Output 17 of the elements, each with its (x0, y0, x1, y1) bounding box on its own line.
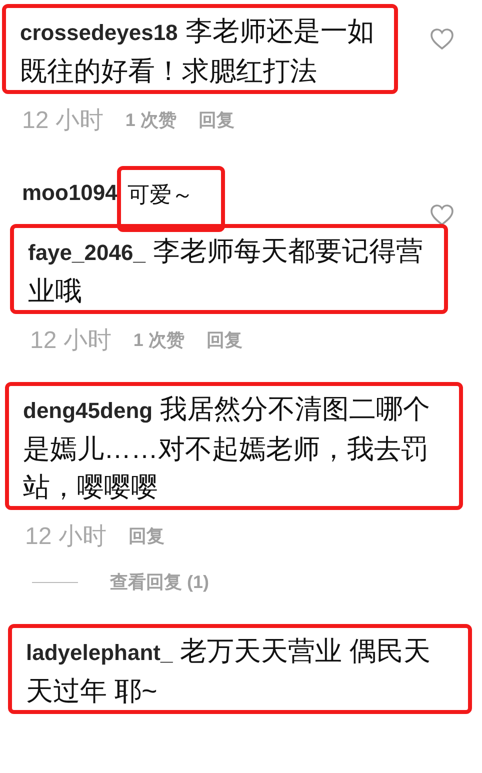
comment-text: ladyelephant_ 老万天天营业 偶民天天过年 耶~ (26, 635, 432, 708)
comment-time: 12 小时 (30, 326, 112, 356)
comment-username[interactable]: moo1094 (22, 174, 118, 212)
heart-icon[interactable] (430, 28, 454, 50)
likes-count[interactable]: 1 次赞 (133, 328, 184, 352)
comment-time: 12 小时 (25, 522, 106, 552)
comment-time: 12 小时 (22, 106, 104, 136)
comment-text: 可爱～ (117, 166, 226, 232)
comment-text: crossedeyes18 李老师还是一如既往的好看！求腮红打法 (20, 15, 376, 88)
reply-button[interactable]: 回复 (206, 328, 242, 352)
comment-text: faye_2046_ 李老师每天都要记得营业哦 (28, 235, 423, 308)
reply-button[interactable]: 回复 (128, 524, 164, 548)
likes-count[interactable]: 1 次赞 (125, 108, 176, 132)
heart-icon[interactable] (430, 204, 454, 226)
comment-text: deng45deng 我居然分不清图二哪个是嫣儿……对不起嫣老师，我去罚站，嘤嘤嘤 (23, 393, 432, 504)
reply-button[interactable]: 回复 (198, 108, 234, 132)
view-replies-button[interactable]: 查看回复 (1) (110, 570, 209, 594)
